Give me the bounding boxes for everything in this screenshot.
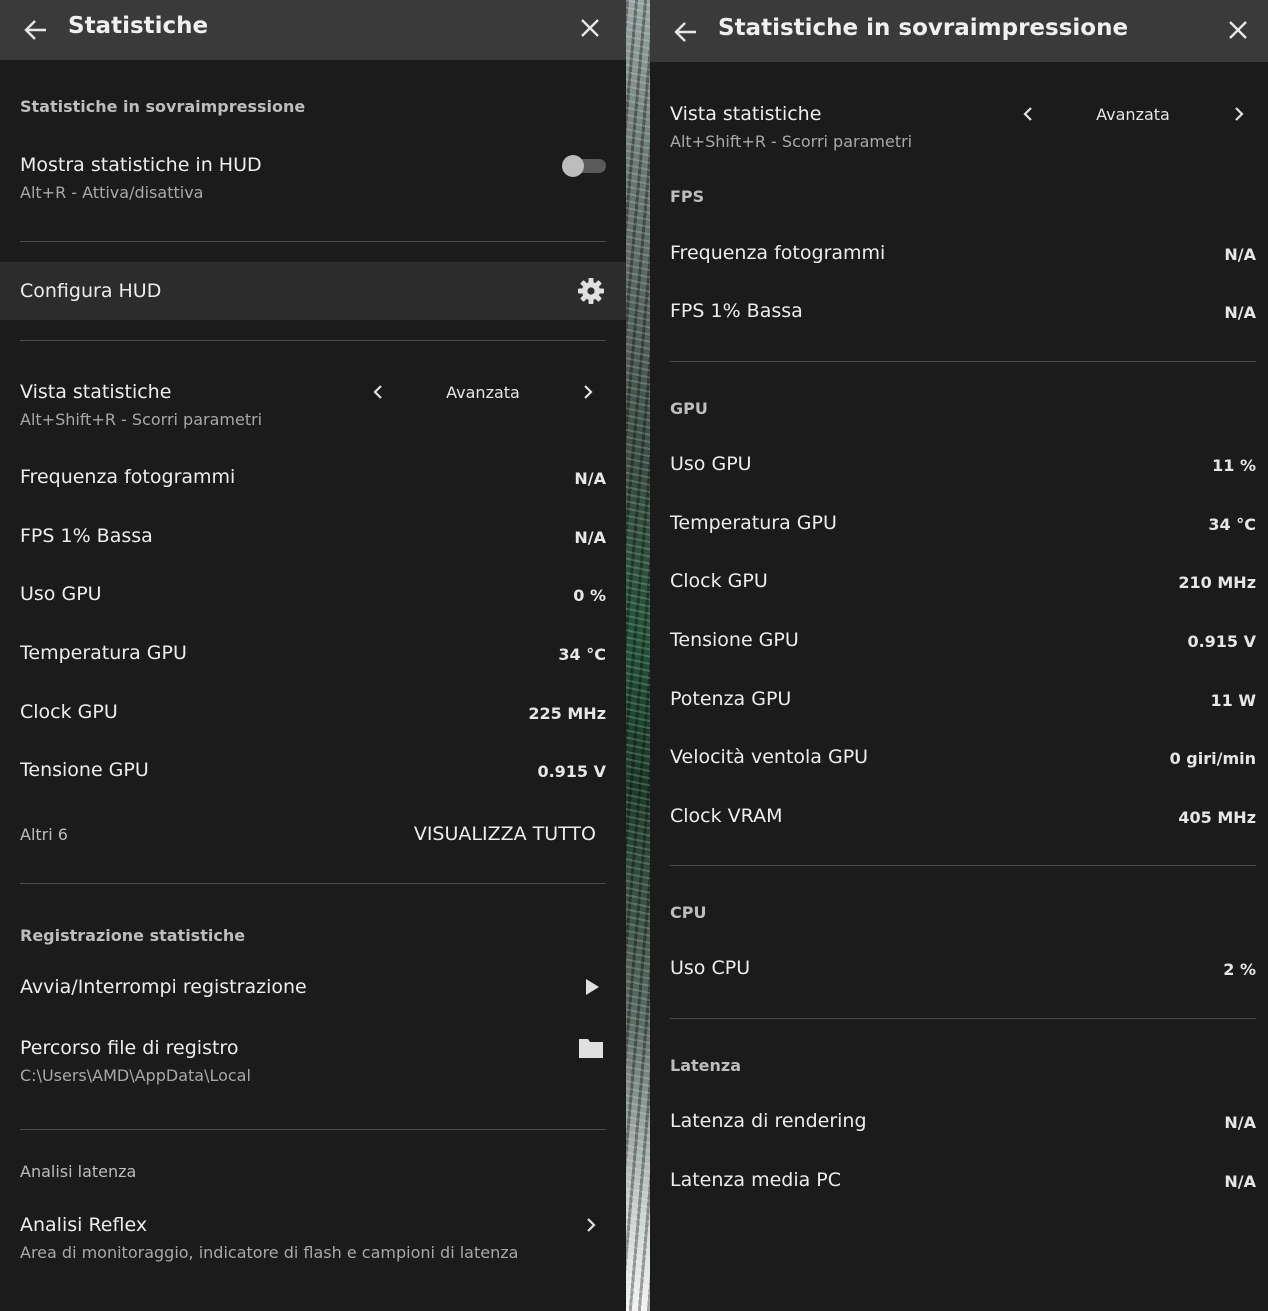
stat-value: 225 MHz <box>528 704 606 723</box>
stat-value: N/A <box>1224 1172 1256 1191</box>
gear-icon <box>578 278 604 304</box>
stat-value: 11 % <box>1212 456 1256 475</box>
stats-view-value: Avanzata <box>446 383 520 402</box>
log-path-value: C:\Users\AMD\AppData\Local <box>20 1066 251 1085</box>
section-heading-logging: Registrazione statistiche <box>20 926 246 945</box>
show-hud-toggle[interactable] <box>562 155 606 177</box>
stats-view-shortcut: Alt+Shift+R - Scorri parametri <box>670 132 913 151</box>
divider <box>20 1129 606 1130</box>
stat-value: 0 giri/min <box>1169 749 1256 768</box>
divider <box>670 1018 1256 1019</box>
stat-label: Uso GPU <box>670 453 752 475</box>
panel-title: Statistiche in sovraimpressione <box>718 15 1129 41</box>
stat-value: N/A <box>1224 245 1256 264</box>
panel-header: Statistiche <box>0 0 626 60</box>
stat-value: N/A <box>1224 303 1256 322</box>
group-heading-fps: FPS <box>670 187 705 206</box>
stat-label: Tensione GPU <box>670 629 799 651</box>
stat-value: 34 °C <box>558 645 606 664</box>
log-path-label: Percorso file di registro <box>20 1037 239 1059</box>
divider <box>20 340 606 341</box>
stats-view-label: Vista statistiche <box>20 381 172 403</box>
group-heading-gpu: GPU <box>670 399 708 418</box>
configure-hud-label: Configura HUD <box>20 280 162 302</box>
group-heading-cpu: CPU <box>670 903 707 922</box>
stat-value: N/A <box>1224 1113 1256 1132</box>
stat-value: 405 MHz <box>1178 808 1256 827</box>
stat-label: Latenza di rendering <box>670 1110 867 1132</box>
stat-label: Temperatura GPU <box>20 642 187 664</box>
chevron-left-icon[interactable] <box>368 382 388 402</box>
stat-label: FPS 1% Bassa <box>670 300 803 322</box>
stat-value: 0 % <box>573 586 606 605</box>
divider <box>20 883 606 884</box>
stat-label: Uso CPU <box>670 957 751 979</box>
divider <box>670 361 1256 362</box>
stat-label: FPS 1% Bassa <box>20 525 153 547</box>
stat-label: Velocità ventola GPU <box>670 746 869 768</box>
chevron-right-icon[interactable] <box>581 1215 601 1235</box>
stat-label: Clock GPU <box>20 701 118 723</box>
stats-panel: Statistiche Statistiche in sovraimpressi… <box>0 0 626 1311</box>
show-hud-shortcut: Alt+R - Attiva/disattiva <box>20 183 204 202</box>
stat-value: 0.915 V <box>537 762 606 781</box>
chevron-right-icon[interactable] <box>578 382 598 402</box>
chevron-left-icon[interactable] <box>1018 104 1038 124</box>
more-count-label: Altri 6 <box>20 825 68 844</box>
back-arrow-icon[interactable] <box>670 16 702 48</box>
overlay-stats-panel: Statistiche in sovraimpressione Vista st… <box>650 0 1268 1311</box>
folder-icon[interactable] <box>578 1036 604 1060</box>
stat-value: N/A <box>574 528 606 547</box>
stat-value: 11 W <box>1210 691 1256 710</box>
stat-value: 34 °C <box>1208 515 1256 534</box>
section-heading-latency: Analisi latenza <box>20 1162 137 1181</box>
stat-label: Temperatura GPU <box>670 512 837 534</box>
stat-value: N/A <box>574 469 606 488</box>
stat-label: Potenza GPU <box>670 688 792 710</box>
stat-label: Clock GPU <box>670 570 768 592</box>
close-icon[interactable] <box>574 12 606 44</box>
group-heading-latency: Latenza <box>670 1056 741 1075</box>
stat-label: Tensione GPU <box>20 759 149 781</box>
view-all-button[interactable]: VISUALIZZA TUTTO <box>414 823 596 845</box>
panel-header: Statistiche in sovraimpressione <box>650 0 1268 62</box>
stat-value: 210 MHz <box>1178 573 1256 592</box>
stat-value: 2 % <box>1223 960 1256 979</box>
stat-label: Clock VRAM <box>670 805 783 827</box>
chevron-right-icon[interactable] <box>1229 104 1249 124</box>
start-stop-logging-label[interactable]: Avvia/Interrompi registrazione <box>20 976 307 998</box>
stat-label: Uso GPU <box>20 583 102 605</box>
configure-hud-button[interactable]: Configura HUD <box>0 262 626 320</box>
divider <box>20 241 606 242</box>
stats-view-value: Avanzata <box>1096 105 1170 124</box>
background-wallpaper-strip <box>626 0 650 1311</box>
section-heading-overlay: Statistiche in sovraimpressione <box>20 97 306 116</box>
play-icon[interactable] <box>582 977 602 997</box>
divider <box>670 865 1256 866</box>
reflex-analysis-description: Area di monitoraggio, indicatore di flas… <box>20 1243 519 1262</box>
stat-label: Latenza media PC <box>670 1169 842 1191</box>
stat-value: 0.915 V <box>1187 632 1256 651</box>
stats-view-shortcut: Alt+Shift+R - Scorri parametri <box>20 410 263 429</box>
show-hud-label: Mostra statistiche in HUD <box>20 154 262 176</box>
back-arrow-icon[interactable] <box>20 14 52 46</box>
stats-view-label: Vista statistiche <box>670 103 822 125</box>
panel-title: Statistiche <box>68 13 209 39</box>
reflex-analysis-label[interactable]: Analisi Reflex <box>20 1214 147 1236</box>
stat-label: Frequenza fotogrammi <box>20 466 236 488</box>
stat-label: Frequenza fotogrammi <box>670 242 886 264</box>
toggle-knob <box>562 155 584 177</box>
close-icon[interactable] <box>1222 14 1254 46</box>
